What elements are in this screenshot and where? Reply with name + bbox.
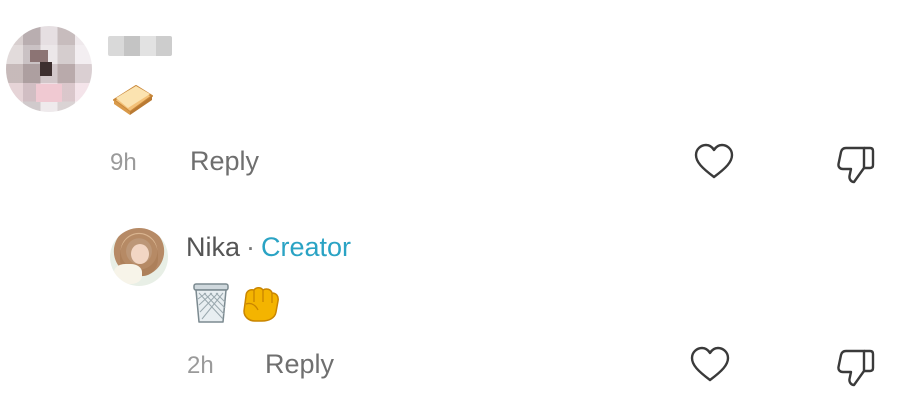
sandwich-emoji: [113, 85, 153, 115]
avatar[interactable]: [6, 26, 92, 112]
heart-icon[interactable]: [688, 344, 732, 388]
blurred-username[interactable]: [108, 36, 172, 56]
thumbs-down-icon[interactable]: [834, 142, 878, 186]
wastebasket-emoji: [193, 283, 229, 323]
creator-badge: Creator: [261, 232, 352, 262]
heart-icon[interactable]: [692, 141, 736, 185]
comment-timestamp: 9h: [110, 149, 137, 176]
reply-button[interactable]: Reply: [265, 349, 334, 380]
author-name[interactable]: Nika: [186, 232, 240, 262]
comment-timestamp: 2h: [187, 352, 214, 379]
avatar[interactable]: [110, 228, 168, 286]
separator-dot: ·: [246, 232, 256, 262]
raised-fist-emoji: [243, 287, 279, 322]
thumbs-down-icon[interactable]: [834, 345, 878, 389]
comment-author-line: Nika · Creator: [186, 232, 351, 263]
reply-button[interactable]: Reply: [190, 146, 259, 177]
